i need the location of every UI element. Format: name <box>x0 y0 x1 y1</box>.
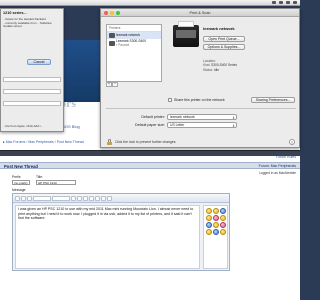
print-scan-window: Print & Scan Printers lexmark network Le… <box>100 8 300 148</box>
share-printer-row: Share this printer on the network <box>168 98 225 102</box>
smiley-icon[interactable] <box>213 208 219 214</box>
size-select[interactable] <box>52 195 70 201</box>
bold-icon[interactable] <box>15 195 20 201</box>
printer-list: Printers lexmark network Lexmark S300-S4… <box>106 24 162 82</box>
smiley-icon[interactable] <box>220 222 226 228</box>
smiley-icon[interactable] <box>213 229 219 235</box>
editor-toolbar <box>13 194 229 203</box>
share-checkbox[interactable] <box>168 98 172 102</box>
printer-list-buttons: + − <box>106 82 118 87</box>
default-paper-value: US Letter <box>170 123 185 127</box>
default-printer-label: Default printer: <box>141 115 165 119</box>
dialog-note: ...ble from Apple. Click Add t... <box>3 124 44 128</box>
prefix-label: Prefix: <box>12 175 22 179</box>
title-input[interactable]: HP PSC 1210 <box>36 180 76 185</box>
forum-rules-link[interactable]: Forum Rules <box>276 155 296 159</box>
breadcrumb-forums[interactable]: Mac Forums <box>6 140 25 144</box>
wifi-icon[interactable] <box>279 1 283 4</box>
smiley-icon[interactable] <box>220 208 226 214</box>
font-select[interactable] <box>33 195 51 201</box>
underline-icon[interactable] <box>27 195 32 201</box>
message-editor: I was given an HP PSC 1210 to use with m… <box>12 193 230 271</box>
printer-name: lexmark network <box>116 32 141 37</box>
smiley-icon[interactable] <box>206 208 212 214</box>
smiley-icon[interactable] <box>220 229 226 235</box>
breadcrumb-arrow-icon: ▸ <box>3 140 5 144</box>
title-label: Title: <box>36 175 44 179</box>
lock-icon[interactable] <box>107 139 112 145</box>
default-printer-popup[interactable]: lexmark network ⇕ <box>167 114 237 120</box>
open-print-queue-button[interactable]: Open Print Queue... <box>203 36 245 42</box>
message-textarea[interactable]: I was given an HP PSC 1210 to use with m… <box>15 205 200 269</box>
help-button[interactable]: ? <box>289 139 295 145</box>
menu-bar <box>0 0 300 6</box>
lock-row: Click the lock to prevent further change… <box>107 139 176 145</box>
share-label: Share this printer on the network <box>174 98 225 102</box>
chevron-updown-icon: ⇕ <box>232 123 235 128</box>
breadcrumb-current[interactable]: Post New Thread <box>57 140 84 144</box>
sharing-preferences-button[interactable]: Sharing Preferences... <box>251 97 295 103</box>
dialog-title: 1210 series... <box>3 11 27 15</box>
default-printer-value: lexmark network <box>170 115 195 119</box>
dialog-message: ...ftware for the Hewlett Packard ...cur… <box>3 17 52 29</box>
window-titlebar: Print & Scan <box>101 9 299 17</box>
printer-info: Location: Kind: S300-S400 Series Status:… <box>203 59 237 72</box>
options-supplies-button[interactable]: Options & Supplies... <box>203 44 245 50</box>
cancel-button[interactable]: Cancel <box>27 59 51 65</box>
printer-status: • Paused <box>116 42 130 47</box>
post-thread-title: Post New Thread <box>4 164 38 169</box>
selected-printer-name: lexmark network <box>203 26 235 31</box>
smiley-icon[interactable] <box>220 215 226 221</box>
smilies-panel <box>203 205 228 269</box>
printer-item[interactable]: Lexmark S300-S400 • Paused <box>107 39 161 48</box>
printers-header: Printers <box>107 25 161 32</box>
smiley-icon[interactable] <box>213 215 219 221</box>
window-title: Print & Scan <box>189 10 211 15</box>
status-value: Idle <box>213 67 219 72</box>
volume-icon[interactable] <box>286 1 290 4</box>
printer-item[interactable]: lexmark network <box>107 32 161 39</box>
spotlight-icon[interactable] <box>293 1 297 4</box>
dialog-field[interactable] <box>3 101 61 106</box>
status-icon[interactable] <box>272 1 276 4</box>
list-icon[interactable] <box>89 195 94 201</box>
printer-icon <box>109 41 115 47</box>
message-label: Message: <box>12 188 27 192</box>
smiley-icon[interactable] <box>206 229 212 235</box>
site-navbar <box>0 150 300 156</box>
printer-icon <box>109 33 115 38</box>
printer-icon <box>173 21 199 47</box>
logged-in-status: Logged in as MacNewbie <box>258 171 296 175</box>
breadcrumb-peripherals[interactable]: Mac Peripherals <box>28 140 53 144</box>
smiley-icon[interactable] <box>206 222 212 228</box>
color-icon[interactable] <box>71 195 76 201</box>
ios-blog-link[interactable]: iOS Blog <box>64 124 80 129</box>
prefix-select[interactable]: (no prefix) <box>12 180 30 185</box>
dialog-field[interactable] <box>3 77 61 82</box>
align-center-icon[interactable] <box>83 195 88 201</box>
lock-text: Click the lock to prevent further change… <box>115 140 177 144</box>
breadcrumb: ▸ Mac Forums › Mac Peripherals › Post Ne… <box>3 140 84 144</box>
align-left-icon[interactable] <box>77 195 82 201</box>
image-icon[interactable] <box>101 195 106 201</box>
default-paper-label: Default paper size: <box>135 123 165 127</box>
remove-printer-button[interactable]: − <box>112 82 118 87</box>
smiley-icon[interactable] <box>213 222 219 228</box>
install-software-dialog: 1210 series... ...ftware for the Hewlett… <box>0 8 64 132</box>
divider <box>106 108 296 109</box>
chevron-updown-icon: ⇕ <box>232 115 235 120</box>
status-label: Status: <box>203 67 213 72</box>
dialog-field[interactable] <box>3 89 61 94</box>
italic-icon[interactable] <box>21 195 26 201</box>
smiley-icon[interactable] <box>206 215 212 221</box>
quote-icon[interactable] <box>107 195 112 201</box>
default-paper-popup[interactable]: US Letter ⇕ <box>167 122 237 128</box>
forum-name[interactable]: Forum: Mac Peripherals <box>259 164 296 168</box>
post-thread-header: Post New Thread Forum: Mac Peripherals <box>0 162 300 169</box>
link-icon[interactable] <box>95 195 100 201</box>
